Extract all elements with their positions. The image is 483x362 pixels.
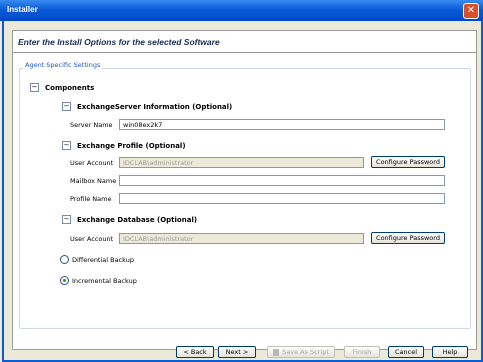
- exchange-database-title: Exchange Database (Optional): [77, 215, 198, 224]
- radio-circle[interactable]: [60, 255, 69, 264]
- exchange-database-section[interactable]: − Exchange Database (Optional): [62, 215, 197, 224]
- cancel-button[interactable]: Cancel: [388, 346, 424, 358]
- script-icon: [273, 348, 280, 356]
- profile-name-field[interactable]: [119, 193, 445, 204]
- heading-divider: [13, 52, 476, 53]
- collapse-icon[interactable]: −: [62, 215, 71, 224]
- finish-button: Finish: [344, 346, 380, 358]
- server-name-field[interactable]: win08ex2k7: [119, 119, 445, 130]
- profile-user-account-field: IDCLAB\administrator: [119, 157, 364, 168]
- mailbox-name-label: Mailbox Name: [70, 177, 117, 185]
- profile-user-account-label: User Account: [70, 159, 114, 167]
- window-title: Installer: [7, 5, 38, 14]
- differential-backup-label: Differential Backup: [72, 255, 134, 264]
- save-as-script-button: Save As Script: [267, 346, 335, 358]
- radio-selected-dot: [63, 279, 66, 282]
- profile-name-label: Profile Name: [70, 195, 112, 203]
- incremental-backup-label: Incremental Backup: [72, 276, 137, 285]
- server-name-label: Server Name: [70, 121, 113, 129]
- exchange-profile-section[interactable]: − Exchange Profile (Optional): [62, 141, 186, 150]
- components-section[interactable]: − Components: [30, 83, 94, 92]
- collapse-icon[interactable]: −: [62, 102, 71, 111]
- collapse-icon[interactable]: −: [30, 83, 39, 92]
- database-user-account-label: User Account: [70, 235, 114, 243]
- main-panel: Enter the Install Options for the select…: [12, 30, 477, 350]
- components-title: Components: [45, 83, 95, 92]
- back-button[interactable]: < Back: [176, 346, 214, 358]
- installer-window: Enter the Install Options for the select…: [2, 21, 483, 362]
- help-button[interactable]: Help: [432, 346, 468, 358]
- incremental-backup-radio[interactable]: Incremental Backup: [60, 276, 137, 285]
- collapse-icon[interactable]: −: [62, 141, 71, 150]
- radio-circle-selected[interactable]: [60, 276, 69, 285]
- mailbox-name-field[interactable]: [119, 175, 445, 186]
- group-label: Agent Specific Settings: [23, 61, 103, 69]
- profile-configure-password-button[interactable]: Configure Password: [371, 156, 445, 168]
- exchange-server-section[interactable]: − ExchangeServer Information (Optional): [62, 102, 232, 111]
- exchange-profile-title: Exchange Profile (Optional): [77, 141, 186, 150]
- title-bar: Installer ✕: [0, 0, 483, 21]
- next-button[interactable]: Next >: [218, 346, 256, 358]
- database-configure-password-button[interactable]: Configure Password: [371, 232, 445, 244]
- database-user-account-field: IDCLAB\administrator: [119, 233, 364, 244]
- close-button[interactable]: ✕: [463, 3, 479, 19]
- differential-backup-radio[interactable]: Differential Backup: [60, 255, 134, 264]
- save-as-script-label: Save As Script: [282, 348, 329, 356]
- exchange-server-title: ExchangeServer Information (Optional): [77, 102, 233, 111]
- page-heading: Enter the Install Options for the select…: [18, 37, 220, 47]
